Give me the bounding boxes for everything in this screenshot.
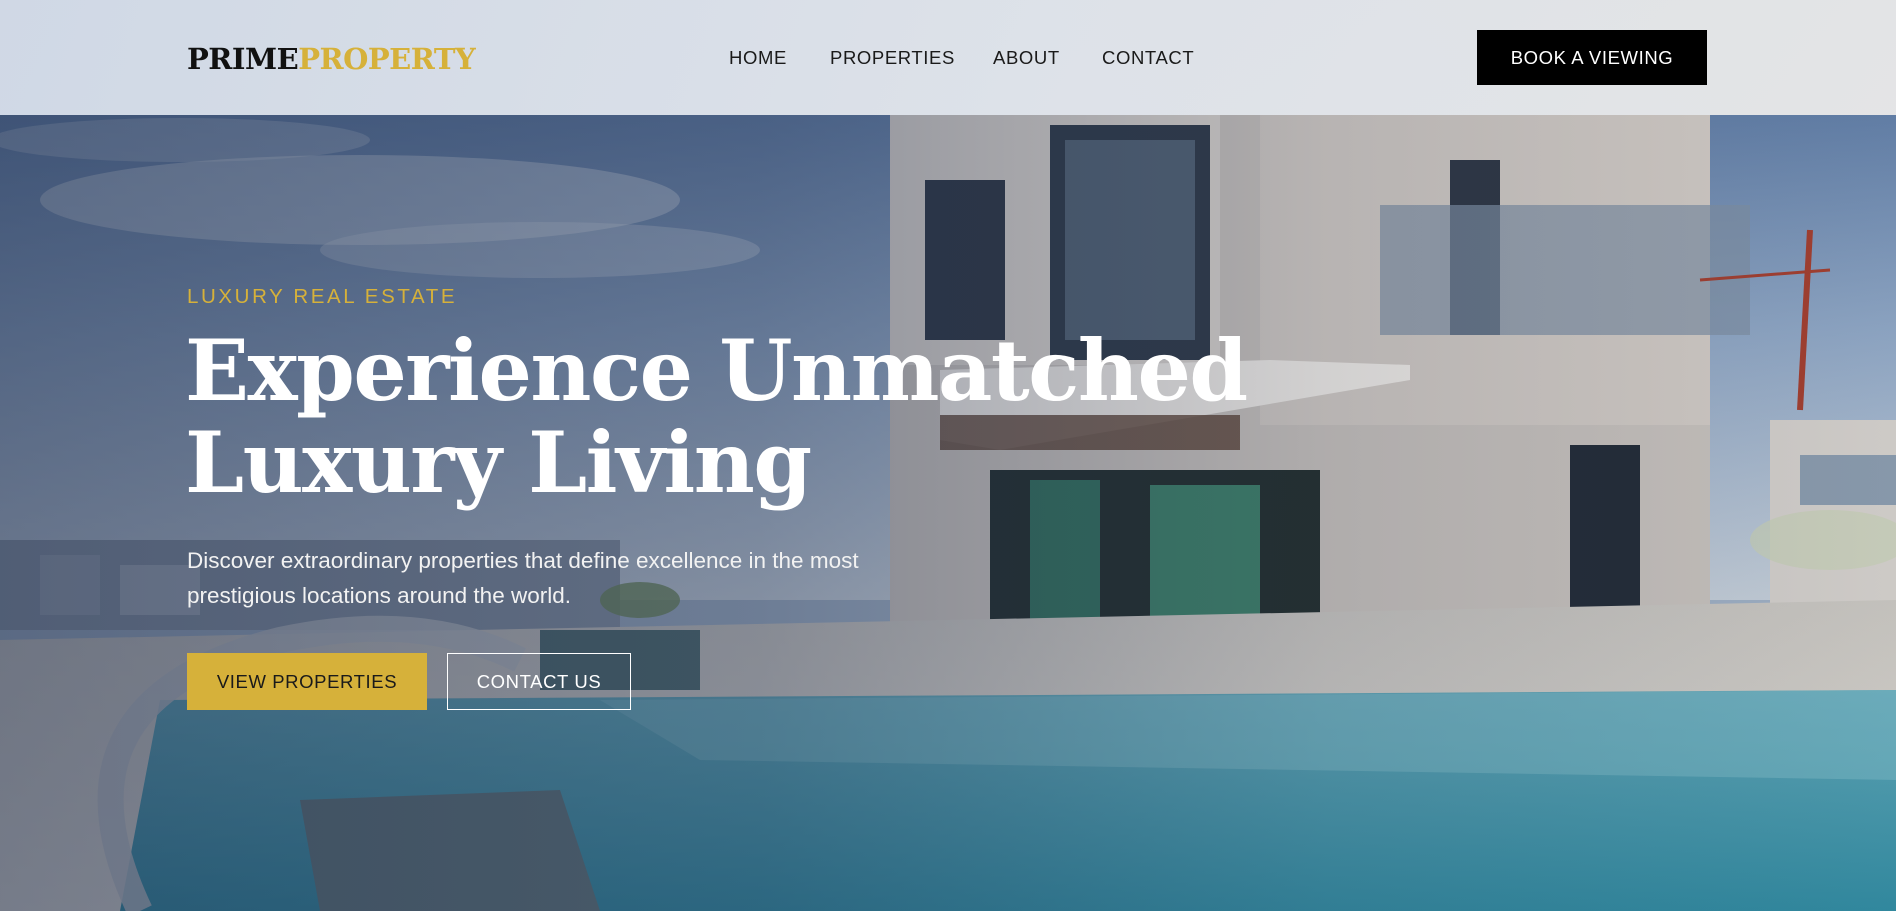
brand-logo[interactable]: PRIMEPROPERTY bbox=[187, 42, 476, 76]
hero-title-line1: Experience Unmatched bbox=[185, 321, 1248, 420]
hero-title-line2: Luxury Living bbox=[185, 413, 812, 512]
hero-subtitle-line1: Discover extraordinary properties that d… bbox=[187, 548, 859, 573]
hero-subtitle-line2: prestigious locations around the world. bbox=[187, 583, 571, 608]
contact-us-button[interactable]: CONTACT US bbox=[447, 653, 631, 710]
view-properties-button[interactable]: VIEW PROPERTIES bbox=[187, 653, 427, 710]
site-header: PRIMEPROPERTY HOME PROPERTIES ABOUT CONT… bbox=[0, 0, 1896, 115]
book-viewing-button[interactable]: BOOK A VIEWING bbox=[1477, 30, 1707, 85]
nav-link-contact[interactable]: CONTACT bbox=[1102, 47, 1194, 69]
nav-link-home[interactable]: HOME bbox=[729, 47, 787, 69]
hero-title: Experience Unmatched Luxury Living bbox=[185, 325, 1285, 509]
hero-subtitle: Discover extraordinary properties that d… bbox=[187, 543, 1007, 613]
nav-link-properties[interactable]: PROPERTIES bbox=[830, 47, 955, 69]
brand-logo-part1: PRIME bbox=[187, 42, 299, 76]
hero-eyebrow: LUXURY REAL ESTATE bbox=[187, 285, 458, 308]
brand-logo-part2: PROPERTY bbox=[298, 42, 476, 76]
nav-link-about[interactable]: ABOUT bbox=[993, 47, 1060, 69]
